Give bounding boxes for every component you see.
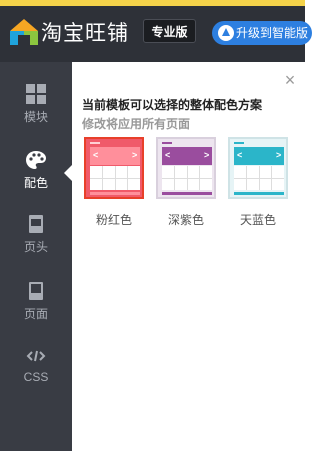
page-header-icon	[29, 215, 43, 233]
page-icon	[29, 282, 43, 300]
sidebar-item-colors[interactable]: 配色	[0, 150, 72, 210]
grid-icon	[26, 84, 46, 104]
sidebar-item-label: 模块	[23, 110, 48, 124]
sidebar-item-label: 配色	[23, 176, 48, 190]
scheme-option-skyblue[interactable]: < > 天蓝色	[228, 137, 288, 227]
panel-title: 当前模板可以选择的整体配色方案	[82, 98, 263, 112]
upgrade-button[interactable]: 升级到智能版	[212, 21, 312, 45]
active-indicator	[64, 165, 72, 181]
app-title: 淘宝旺铺	[41, 22, 129, 45]
panel-subtitle: 修改将应用所有页面	[82, 117, 191, 131]
scheme-option-purple[interactable]: < > 深紫色	[156, 137, 216, 227]
scheme-thumbnail: < >	[228, 137, 288, 199]
palette-icon	[26, 151, 46, 169]
sidebar-item-modules[interactable]: 模块	[0, 84, 72, 144]
sidebar-item-label: CSS	[23, 370, 49, 384]
code-icon	[26, 350, 46, 362]
scheme-label: 深紫色	[167, 213, 204, 227]
upgrade-button-label: 升级到智能版	[236, 26, 309, 40]
scheme-label: 粉红色	[95, 213, 132, 227]
close-icon[interactable]: ×	[283, 71, 297, 89]
sidebar-item-css[interactable]: CSS	[0, 346, 72, 406]
scheme-option-pink[interactable]: < > 粉红色	[84, 137, 144, 227]
sidebar-item-page[interactable]: 页面	[0, 281, 72, 341]
sidebar-item-label: 页面	[23, 307, 48, 321]
scheme-label: 天蓝色	[239, 213, 276, 227]
scheme-thumbnail: < >	[84, 137, 144, 199]
store-logo-icon	[10, 19, 38, 45]
scheme-thumbnail: < >	[156, 137, 216, 199]
upgrade-arrow-icon	[218, 25, 234, 41]
edition-badge: 专业版	[143, 19, 196, 43]
sidebar-item-label: 页头	[23, 240, 48, 254]
sidebar-item-page-header[interactable]: 页头	[0, 214, 72, 274]
